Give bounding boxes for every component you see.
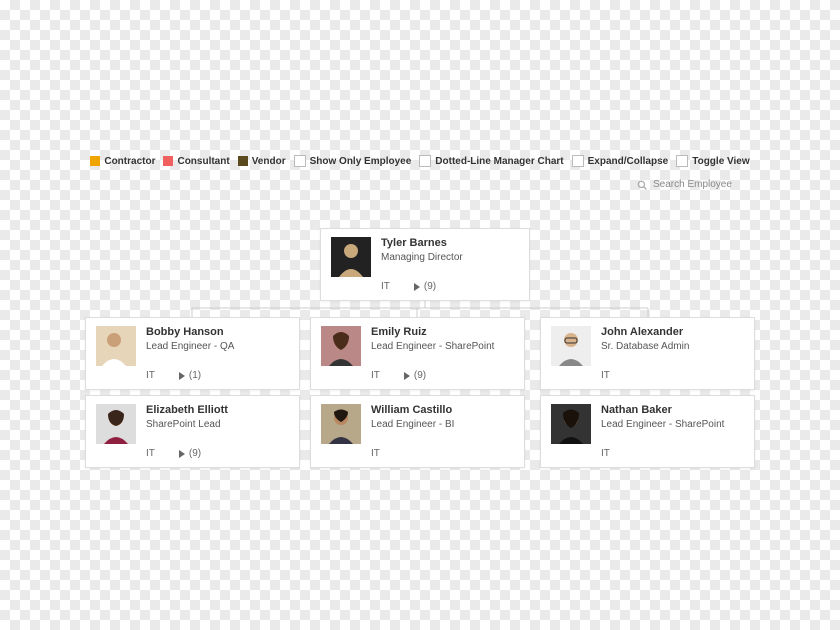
checkbox-icon — [572, 155, 584, 167]
reports-toggle[interactable]: (9) — [404, 370, 426, 381]
dept-label: IT — [601, 370, 610, 381]
avatar — [551, 326, 591, 366]
dept-label: IT — [381, 281, 390, 292]
reports-toggle[interactable]: (9) — [414, 281, 436, 292]
employee-title: Lead Engineer - SharePoint — [601, 419, 724, 430]
legend-bar: Contractor Consultant Vendor Show Only E… — [0, 155, 840, 167]
employee-name: John Alexander — [601, 326, 689, 338]
legend-label: Consultant — [177, 156, 229, 167]
legend-contractor: Contractor — [90, 156, 155, 167]
legend-vendor: Vendor — [238, 156, 286, 167]
legend-label: Dotted-Line Manager Chart — [435, 156, 563, 167]
employee-title: Lead Engineer - SharePoint — [371, 341, 494, 352]
employee-name: Nathan Baker — [601, 404, 724, 416]
employee-name: Tyler Barnes — [381, 237, 463, 249]
avatar — [321, 404, 361, 444]
dept-label: IT — [601, 448, 610, 459]
avatar — [96, 326, 136, 366]
checkbox-icon — [419, 155, 431, 167]
legend-label: Contractor — [104, 156, 155, 167]
reports-count: (9) — [189, 448, 201, 459]
toggle-view-checkbox[interactable]: Toggle View — [676, 155, 749, 167]
org-card[interactable]: Bobby Hanson Lead Engineer - QA IT (1) — [85, 317, 300, 390]
org-card[interactable]: John Alexander Sr. Database Admin IT — [540, 317, 755, 390]
reports-count: (1) — [189, 370, 201, 381]
vendor-swatch — [238, 156, 248, 166]
dept-label: IT — [146, 448, 155, 459]
consultant-swatch — [163, 156, 173, 166]
employee-name: William Castillo — [371, 404, 454, 416]
reports-toggle[interactable]: (1) — [179, 370, 201, 381]
legend-consultant: Consultant — [163, 156, 229, 167]
checkbox-icon — [294, 155, 306, 167]
play-icon — [179, 450, 185, 458]
reports-count: (9) — [424, 281, 436, 292]
org-chart-connectors — [0, 0, 840, 630]
avatar — [321, 326, 361, 366]
dept-label: IT — [371, 370, 380, 381]
search-row — [637, 178, 755, 191]
play-icon — [179, 372, 185, 380]
contractor-swatch — [90, 156, 100, 166]
employee-name: Elizabeth Elliott — [146, 404, 228, 416]
legend-label: Expand/Collapse — [588, 156, 669, 167]
avatar — [551, 404, 591, 444]
expand-collapse-checkbox[interactable]: Expand/Collapse — [572, 155, 669, 167]
org-card[interactable]: Nathan Baker Lead Engineer - SharePoint … — [540, 395, 755, 468]
employee-name: Bobby Hanson — [146, 326, 234, 338]
employee-title: SharePoint Lead — [146, 419, 228, 430]
org-card[interactable]: Elizabeth Elliott SharePoint Lead IT (9) — [85, 395, 300, 468]
legend-label: Toggle View — [692, 156, 749, 167]
play-icon — [414, 283, 420, 291]
org-card-root[interactable]: Tyler Barnes Managing Director IT (9) — [320, 228, 530, 301]
avatar — [331, 237, 371, 277]
search-icon — [637, 180, 647, 190]
org-card[interactable]: Emily Ruiz Lead Engineer - SharePoint IT… — [310, 317, 525, 390]
legend-label: Show Only Employee — [310, 156, 412, 167]
show-only-employee-checkbox[interactable]: Show Only Employee — [294, 155, 412, 167]
employee-title: Managing Director — [381, 252, 463, 263]
employee-title: Sr. Database Admin — [601, 341, 689, 352]
play-icon — [404, 372, 410, 380]
reports-toggle[interactable]: (9) — [179, 448, 201, 459]
reports-count: (9) — [414, 370, 426, 381]
avatar — [96, 404, 136, 444]
employee-title: Lead Engineer - BI — [371, 419, 454, 430]
checkbox-icon — [676, 155, 688, 167]
employee-title: Lead Engineer - QA — [146, 341, 234, 352]
legend-label: Vendor — [252, 156, 286, 167]
dept-label: IT — [146, 370, 155, 381]
org-card[interactable]: William Castillo Lead Engineer - BI IT — [310, 395, 525, 468]
dept-label: IT — [371, 448, 380, 459]
dotted-line-checkbox[interactable]: Dotted-Line Manager Chart — [419, 155, 563, 167]
search-input[interactable] — [651, 178, 755, 191]
employee-name: Emily Ruiz — [371, 326, 494, 338]
